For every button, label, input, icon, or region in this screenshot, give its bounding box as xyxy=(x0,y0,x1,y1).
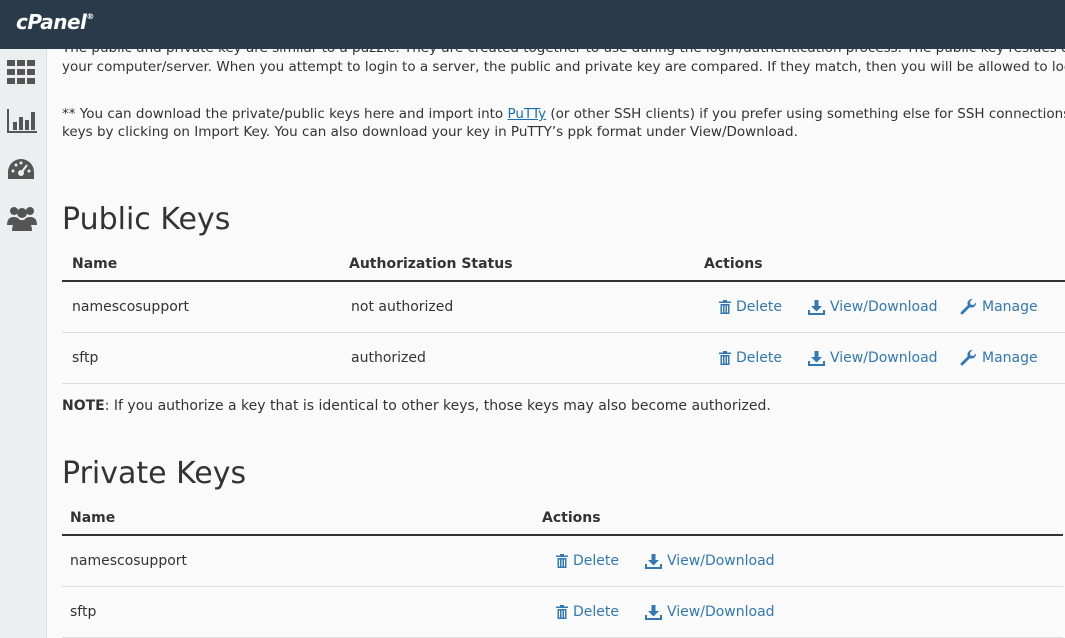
view-download-button[interactable]: View/Download xyxy=(645,536,775,586)
table-header: Name Actions xyxy=(62,501,1063,536)
wrench-icon xyxy=(960,349,977,365)
trash-icon xyxy=(556,605,568,619)
authorization-status: not authorized xyxy=(351,299,454,315)
download-icon xyxy=(645,553,662,569)
grid-icon[interactable] xyxy=(6,59,38,89)
table-row: sftp Delete View/Download xyxy=(62,587,1063,638)
private-keys-table: Name Actions namescosupport Delete View/… xyxy=(62,501,1063,638)
view-download-button[interactable]: View/Download xyxy=(645,587,775,637)
key-name: sftp xyxy=(72,350,99,366)
intro-paragraph-line: The public and private key are similar t… xyxy=(62,49,1065,58)
trash-icon xyxy=(556,554,568,568)
intro-paragraph-line: your computer/server. When you attempt t… xyxy=(62,59,1065,75)
table-row: namescosupport Delete View/Download xyxy=(62,536,1063,587)
table-header: Name Authorization Status Actions xyxy=(62,247,1065,282)
delete-button[interactable]: Delete xyxy=(719,333,782,383)
table-row: sftp authorized Delete View/Download Man… xyxy=(62,333,1065,384)
sidebar xyxy=(0,49,47,638)
download-icon xyxy=(808,350,825,366)
putty-paragraph-line: keys by clicking on Import Key. You can … xyxy=(62,124,798,140)
putty-link[interactable]: PuTTy xyxy=(507,106,546,122)
delete-button[interactable]: Delete xyxy=(556,536,619,586)
download-icon xyxy=(808,299,825,315)
private-keys-title: Private Keys xyxy=(62,456,247,491)
column-header-name: Name xyxy=(72,255,118,272)
manage-button[interactable]: Manage xyxy=(960,333,1038,383)
authorization-status: authorized xyxy=(351,350,426,366)
delete-button[interactable]: Delete xyxy=(556,587,619,637)
dashboard-gauge-icon[interactable] xyxy=(6,157,38,187)
trash-icon xyxy=(719,300,731,314)
column-header-name: Name xyxy=(70,509,116,526)
users-icon[interactable] xyxy=(6,203,38,233)
trash-icon xyxy=(719,351,731,365)
putty-paragraph-line: ** You can download the private/public k… xyxy=(62,106,1065,122)
download-icon xyxy=(645,604,662,620)
public-keys-title: Public Keys xyxy=(62,202,231,237)
view-download-button[interactable]: View/Download xyxy=(808,282,938,332)
main-content: The public and private key are similar t… xyxy=(62,49,1065,638)
key-name: namescosupport xyxy=(70,553,188,569)
delete-button[interactable]: Delete xyxy=(719,282,782,332)
public-keys-table: Name Authorization Status Actions namesc… xyxy=(62,247,1065,384)
column-header-status: Authorization Status xyxy=(349,255,513,272)
key-name: namescosupport xyxy=(72,299,190,315)
wrench-icon xyxy=(960,298,977,314)
table-row: namescosupport not authorized Delete Vie… xyxy=(62,282,1065,333)
view-download-button[interactable]: View/Download xyxy=(808,333,938,383)
key-name: sftp xyxy=(70,604,97,620)
top-bar: cPanel® xyxy=(0,0,1065,49)
column-header-actions: Actions xyxy=(542,509,601,526)
manage-button[interactable]: Manage xyxy=(960,282,1038,332)
bar-chart-icon[interactable] xyxy=(6,108,38,138)
cpanel-logo[interactable]: cPanel® xyxy=(16,10,94,34)
authorization-note: NOTE: If you authorize a key that is ide… xyxy=(62,398,771,414)
column-header-actions: Actions xyxy=(704,255,763,272)
